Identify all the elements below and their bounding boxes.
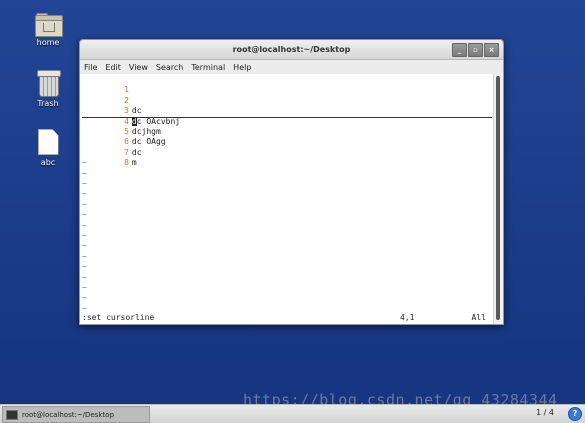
desktop-icon-label: abc (40, 158, 56, 167)
help-icon[interactable]: ? (568, 407, 582, 421)
empty-line-tilde: ~ (82, 241, 87, 251)
empty-line-tilde: ~ (82, 293, 87, 303)
editor-line: 3 dc (82, 96, 141, 115)
home-folder-icon (35, 13, 63, 37)
empty-line-tilde: ~ (82, 272, 87, 282)
scrollbar-thumb[interactable] (496, 76, 500, 320)
terminal-icon (6, 409, 18, 420)
menu-search[interactable]: Search (156, 63, 183, 72)
vim-status-line: :set cursorline 4,1 All (82, 313, 490, 323)
empty-line-tilde: ~ (82, 251, 87, 261)
taskbar: root@localhost:~/Desktop 1 / 4 ? (0, 404, 585, 423)
desktop-icon-abc[interactable]: abc (18, 129, 78, 167)
empty-line-tilde: ~ (82, 220, 87, 230)
empty-line-tilde: ~ (82, 189, 87, 199)
trash-icon (37, 70, 61, 97)
file-icon (37, 129, 59, 155)
empty-line-tilde: ~ (82, 262, 87, 272)
cursor-position: 4,1 (400, 313, 415, 322)
editor-line: 8m (82, 148, 137, 167)
menu-view[interactable]: View (129, 63, 148, 72)
menu-file[interactable]: File (84, 63, 97, 72)
terminal-window[interactable]: root@localhost:~/Desktop _ ▫ × File Edit… (79, 39, 504, 325)
editor-line: 1 (82, 75, 132, 94)
desktop-icon-trash[interactable]: Trash (18, 70, 78, 108)
window-title: root@localhost:~/Desktop (232, 45, 351, 54)
editor-line: 2 (82, 85, 132, 105)
line-text: m (131, 158, 137, 168)
line-number: 8 (124, 158, 129, 168)
editor-line: 5 dcjhgm (82, 117, 161, 136)
window-titlebar[interactable]: root@localhost:~/Desktop _ ▫ × (80, 40, 503, 60)
menu-edit[interactable]: Edit (105, 63, 121, 72)
empty-line-tilde: ~ (82, 283, 87, 292)
maximize-button[interactable]: ▫ (468, 43, 483, 57)
command-line: :set cursorline (82, 313, 155, 322)
minimize-button[interactable]: _ (452, 43, 467, 57)
empty-line-tilde: ~ (82, 158, 87, 168)
menu-help[interactable]: Help (233, 63, 251, 72)
workspace-indicator[interactable]: 1 / 4 (536, 408, 554, 417)
scroll-indicator: All (471, 313, 486, 322)
editor-line: 7 dc (82, 137, 141, 157)
menu-bar: File Edit View Search Terminal Help (80, 60, 503, 75)
empty-line-tilde: ~ (82, 168, 87, 178)
taskbar-window-label: root@localhost:~/Desktop (22, 410, 114, 419)
editor-line: 6 dc OAgg (82, 127, 166, 146)
desktop-icon-label: Trash (37, 99, 59, 108)
empty-line-tilde: ~ (82, 179, 87, 188)
empty-line-tilde: ~ (82, 231, 87, 240)
taskbar-window-button[interactable]: root@localhost:~/Desktop (2, 406, 150, 423)
close-button[interactable]: × (484, 43, 499, 57)
desktop-icon-home[interactable]: home (18, 13, 78, 47)
empty-line-tilde: ~ (82, 199, 87, 209)
desktop-icon-label: home (36, 38, 60, 47)
menu-terminal[interactable]: Terminal (191, 63, 225, 72)
empty-line-tilde: ~ (82, 210, 87, 220)
vertical-scrollbar[interactable] (493, 74, 503, 324)
terminal-content[interactable]: 1 2 3 dc 4 dc OAcvbnj 5 dcjhgm 6 dc OAgg 7 dc… (80, 74, 494, 324)
